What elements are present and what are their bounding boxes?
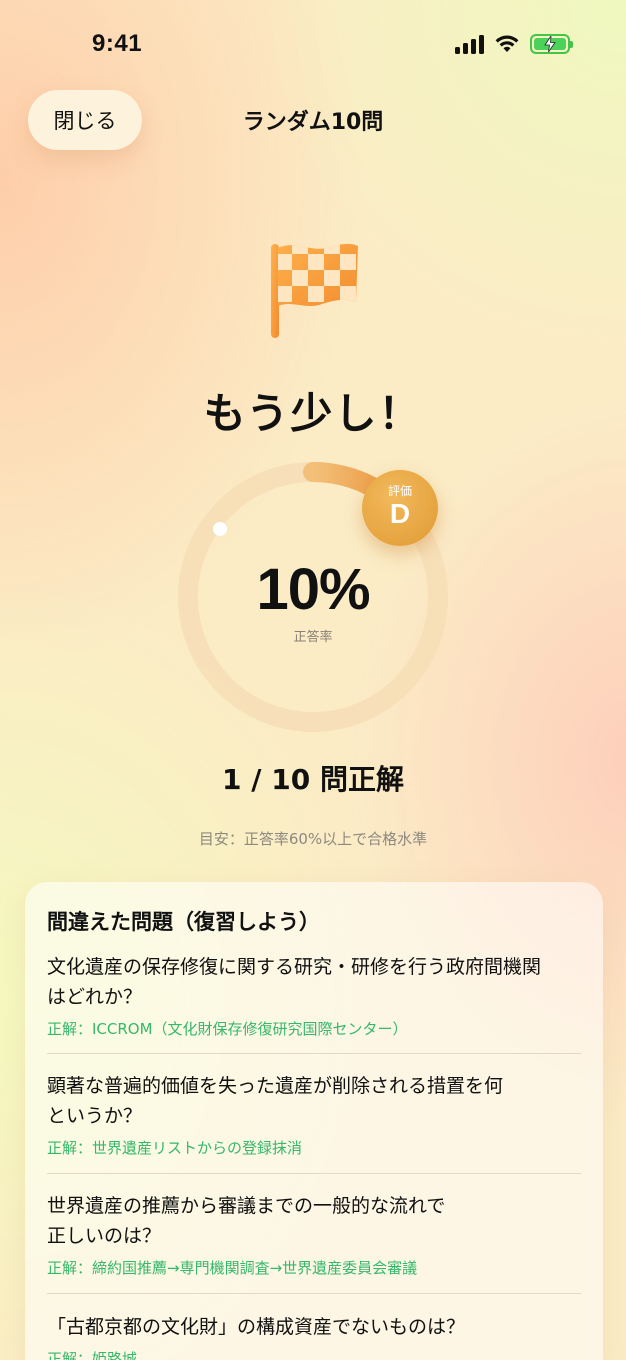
list-item[interactable]: 文化遺産の保存修復に関する研究・研修を行う政府間機関 はどれか？ 正解：ICCR… (47, 952, 581, 1039)
score-summary: 1 / 10 問正解 (222, 763, 404, 796)
checkered-flag-icon (271, 243, 358, 338)
pass-hint: 目安：正答率60%以上で合格水準 (198, 830, 428, 848)
question-text: 文化遺産の保存修復に関する研究・研修を行う政府間機関 はどれか？ (47, 956, 542, 1008)
result-headline: もう少し！ (203, 389, 423, 438)
page-title: ランダム10問 (242, 110, 384, 135)
correct-answer: 正解：締約国推薦→専門機関調査→世界遺産委員会審議 (47, 1259, 418, 1277)
status-time: 9:41 (92, 30, 143, 57)
battery-charging-icon (530, 34, 573, 54)
wifi-icon (495, 35, 519, 52)
correct-rate-value: 10% (256, 557, 370, 622)
grade-value: D (389, 498, 411, 529)
correct-answer: 正解：ICCROM（文化財保存修復研究国際センター） (47, 1020, 408, 1038)
status-icons (455, 34, 573, 54)
grade-badge: 評価 D (362, 470, 438, 546)
correct-answer: 正解：世界遺産リストからの登録抹消 (47, 1139, 303, 1157)
list-item[interactable]: 顕著な普遍的価値を失った遺産が削除される措置を何 というか？ 正解：世界遺産リス… (47, 1071, 581, 1158)
question-text: 「古都京都の文化財」の構成資産でないものは？ (47, 1316, 466, 1338)
divider (47, 1173, 581, 1174)
review-card: 間違えた問題（復習しよう） 文化遺産の保存修復に関する研究・研修を行う政府間機関… (25, 882, 603, 1360)
ring-highlight-dot (213, 522, 227, 536)
status-bar: 9:41 (0, 0, 626, 96)
list-item[interactable]: 「古都京都の文化財」の構成資産でないものは？ 正解：姫路城 (47, 1312, 581, 1360)
divider (47, 1053, 581, 1054)
question-text: 顕著な普遍的価値を失った遺産が削除される措置を何 というか？ (47, 1075, 504, 1127)
score-ring: 10% 正答率 評価 D (176, 460, 450, 734)
list-item[interactable]: 世界遺産の推薦から審議までの一般的な流れで 正しいのは？ 正解：締約国推薦→専門… (47, 1191, 581, 1278)
review-title: 間違えた問題（復習しよう） (47, 910, 320, 934)
cellular-signal-icon (455, 34, 484, 54)
correct-answer: 正解：姫路城 (47, 1350, 138, 1360)
question-text: 世界遺産の推薦から審議までの一般的な流れで 正しいのは？ (47, 1195, 446, 1247)
grade-label: 評価 (387, 484, 412, 498)
correct-rate-label: 正答率 (293, 630, 333, 645)
divider (47, 1293, 581, 1294)
